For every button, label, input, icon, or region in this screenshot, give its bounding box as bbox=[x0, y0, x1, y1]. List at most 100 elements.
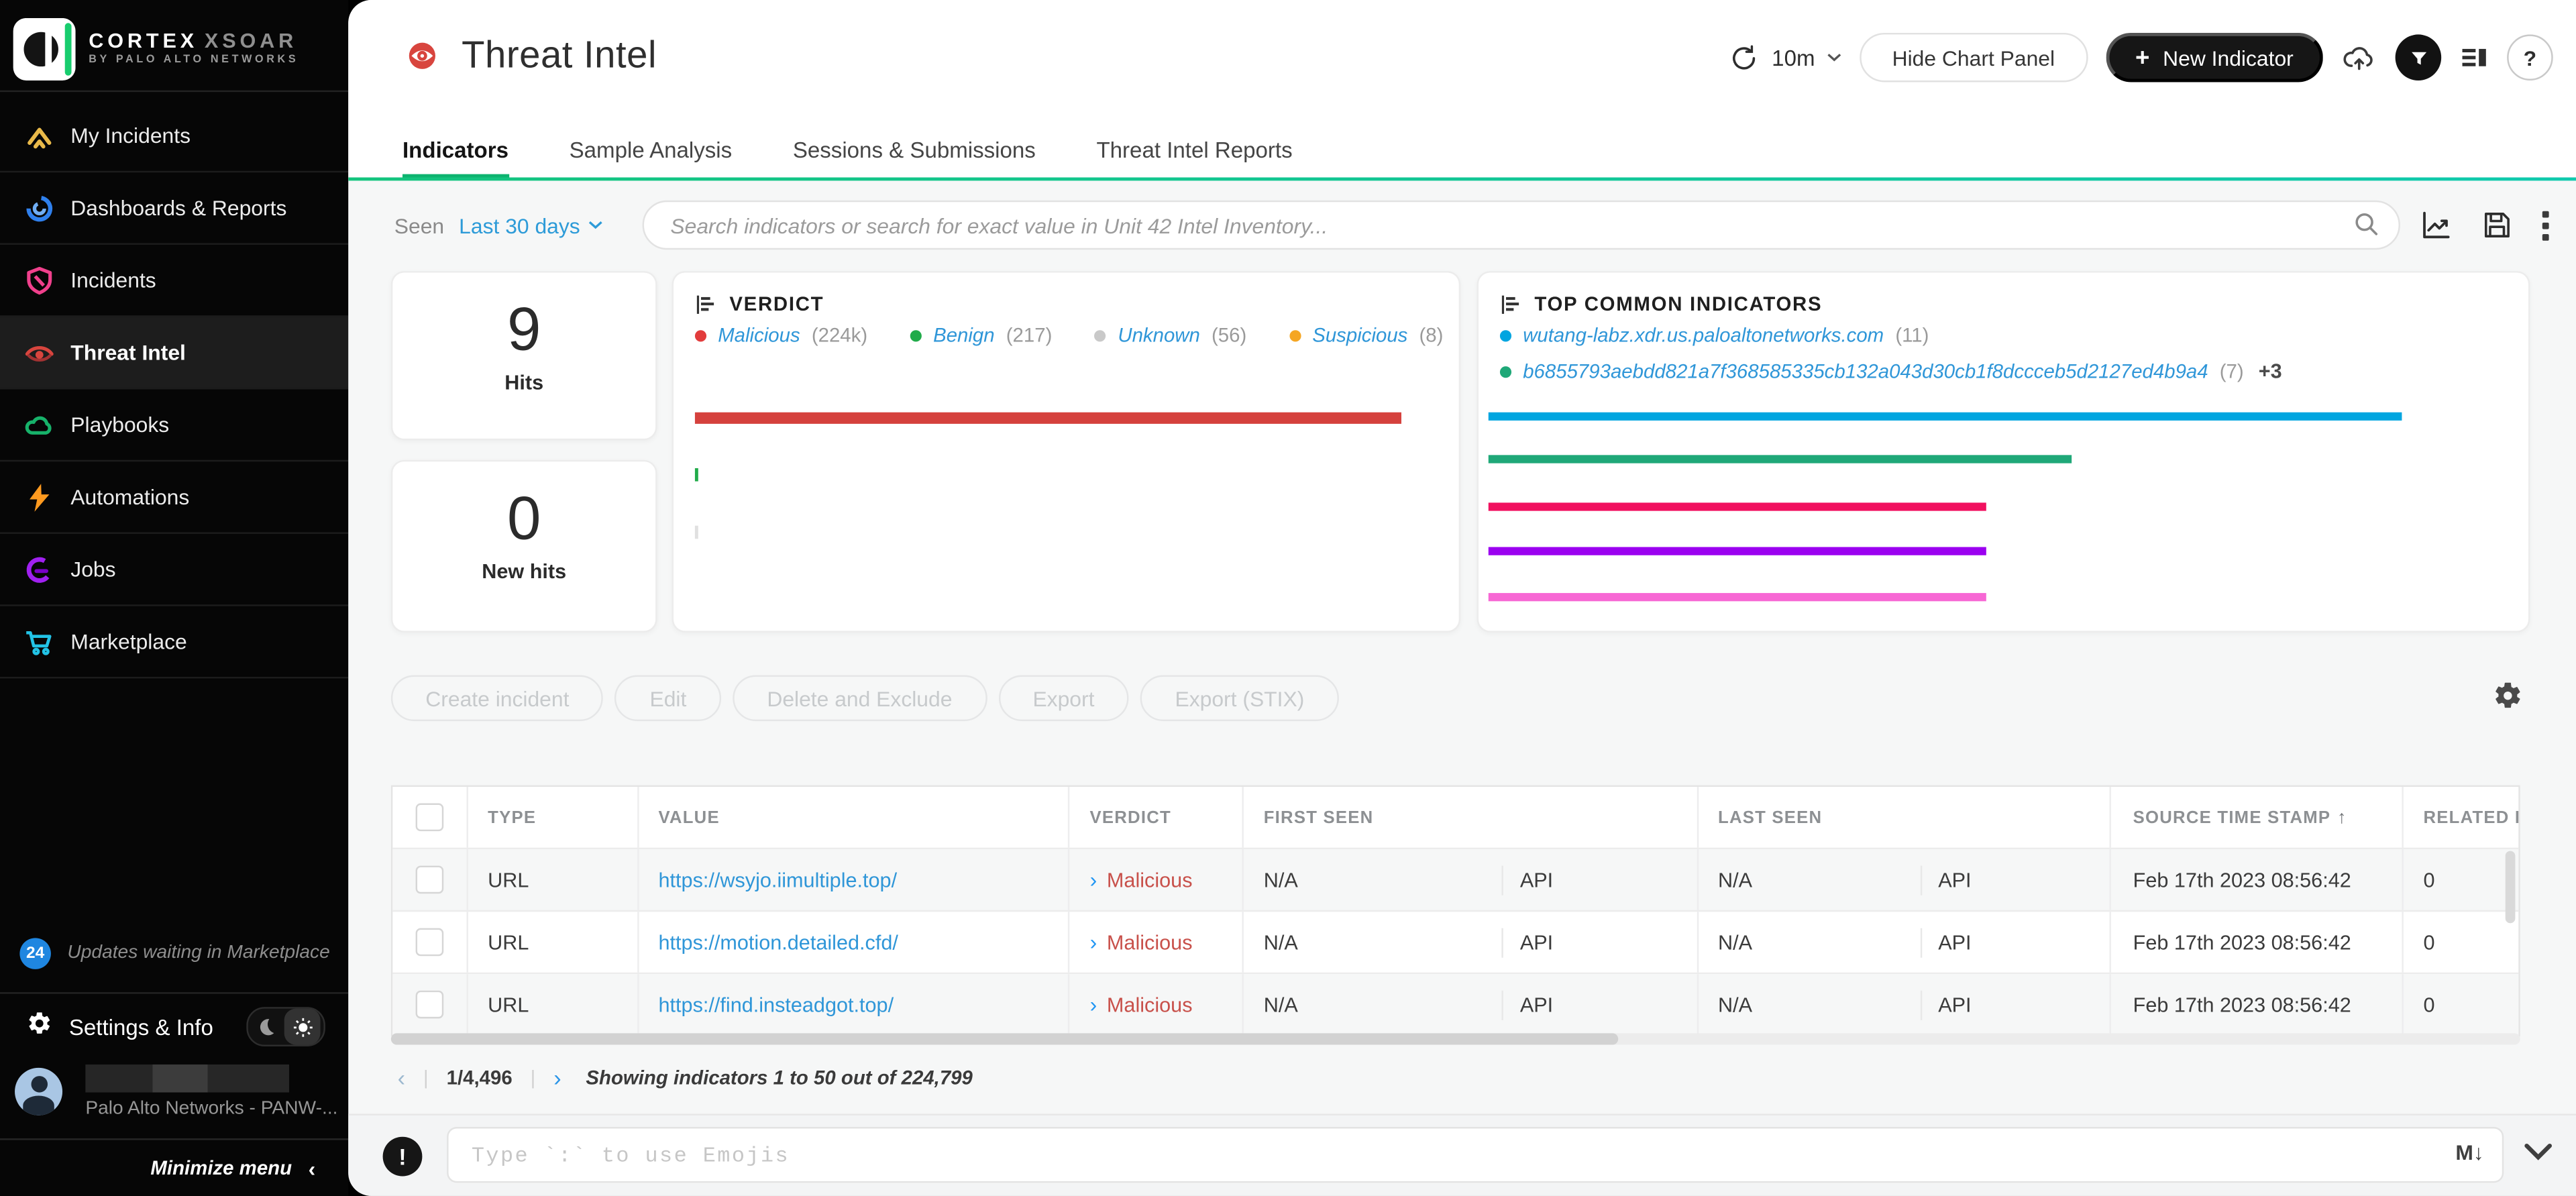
legend-benign[interactable]: Benign bbox=[933, 323, 995, 346]
sidebar-item-playbooks[interactable]: Playbooks bbox=[0, 389, 349, 462]
legend-dot bbox=[694, 329, 707, 341]
table-settings-gear-icon[interactable] bbox=[2492, 680, 2524, 712]
emoji-command-input[interactable] bbox=[447, 1127, 2504, 1183]
indicator-link[interactable]: b6855793aebdd821a7f368585335cb132a043d30… bbox=[1523, 360, 2208, 382]
create-incident-button[interactable]: Create incident bbox=[390, 675, 604, 722]
new-indicator-button[interactable]: + New Indicator bbox=[2105, 32, 2323, 83]
seen-range-dropdown[interactable]: Last 30 days bbox=[459, 213, 603, 237]
search-icon[interactable] bbox=[2353, 210, 2381, 246]
sidebar-nav: My Incidents Dashboards & Reports Incide… bbox=[0, 100, 349, 679]
sidebar-item-jobs[interactable]: Jobs bbox=[0, 534, 349, 606]
table-row[interactable]: URL https://motion.detailed.cfd/ › Malici… bbox=[392, 912, 2519, 975]
top-common-indicators-card: TOP COMMON INDICATORS wutang-labz.xdr.us… bbox=[1477, 271, 2530, 633]
tab-threat-intel-reports[interactable]: Threat Intel Reports bbox=[1096, 138, 1292, 179]
export-stix-button[interactable]: Export (STIX) bbox=[1140, 675, 1339, 722]
top-indicator-2: b6855793aebdd821a7f368585335cb132a043d30… bbox=[1499, 360, 2282, 383]
chevron-left-icon: ‹ bbox=[308, 1155, 316, 1181]
export-button[interactable]: Export bbox=[998, 675, 1129, 722]
sidebar-item-label: Marketplace bbox=[70, 629, 187, 654]
markdown-icon[interactable]: M↓ bbox=[2455, 1140, 2483, 1165]
refresh-icon bbox=[1729, 42, 1761, 73]
sidebar-item-threat-intel[interactable]: Threat Intel bbox=[0, 317, 349, 390]
scrollbar-thumb[interactable] bbox=[390, 1033, 1619, 1045]
next-page-icon[interactable]: › bbox=[553, 1065, 561, 1091]
kebab-menu-icon[interactable] bbox=[2542, 209, 2550, 241]
bar-chart-icon bbox=[1501, 294, 1519, 313]
account-row[interactable]: Palo Alto Networks - PANW-... bbox=[0, 1063, 348, 1128]
theme-toggle[interactable] bbox=[246, 1007, 325, 1047]
sidebar-item-automations[interactable]: Automations bbox=[0, 461, 349, 534]
table-horizontal-scrollbar[interactable] bbox=[390, 1033, 2520, 1045]
expand-chevron-icon[interactable]: › bbox=[1090, 992, 1097, 1017]
verdict-card: VERDICT Malicious (224k) Benign (217) Un… bbox=[672, 271, 1461, 633]
table-row[interactable]: URL https://find.insteadgot.top/ › Malici… bbox=[392, 974, 2519, 1035]
eye-icon bbox=[23, 336, 56, 369]
brand-tagline: BY PALO ALTO NETWORKS bbox=[89, 54, 299, 67]
row-checkbox[interactable] bbox=[415, 928, 444, 957]
col-source-time-stamp[interactable]: SOURCE TIME STAMP ↑ bbox=[2112, 787, 2404, 848]
legend-unknown[interactable]: Unknown bbox=[1118, 323, 1200, 346]
indicator-value-link[interactable]: https://motion.detailed.cfd/ bbox=[659, 930, 898, 953]
legend-suspicious[interactable]: Suspicious bbox=[1312, 323, 1407, 346]
sidebar-item-my-incidents[interactable]: My Incidents bbox=[0, 100, 349, 173]
col-value[interactable]: VALUE bbox=[639, 787, 1071, 848]
header-actions: 10m Hide Chart Panel + New Indicator ? bbox=[1729, 32, 2553, 83]
hits-label: Hits bbox=[504, 371, 544, 394]
collapse-chevron-down-icon[interactable] bbox=[2524, 1140, 2553, 1170]
sidebar-item-label: My Incidents bbox=[70, 123, 191, 148]
cloud-upload-icon[interactable] bbox=[2341, 40, 2377, 76]
brand[interactable]: CORTEX XSOAR BY PALO ALTO NETWORKS bbox=[0, 0, 348, 85]
expand-chevron-icon[interactable]: › bbox=[1090, 867, 1097, 892]
col-verdict[interactable]: VERDICT bbox=[1070, 787, 1244, 848]
delete-exclude-button[interactable]: Delete and Exclude bbox=[732, 675, 987, 722]
minimize-menu[interactable]: Minimize menu ‹ bbox=[0, 1138, 349, 1196]
alert-exclamation-icon[interactable]: ! bbox=[382, 1136, 423, 1177]
sun-icon bbox=[284, 1008, 321, 1045]
filter-bar: Seen Last 30 days bbox=[348, 180, 2576, 269]
expand-chevron-icon[interactable]: › bbox=[1090, 930, 1097, 955]
settings-row[interactable]: Settings & Info bbox=[0, 994, 348, 1060]
indicator-link[interactable]: wutang-labz.xdr.us.paloaltonetworks.com bbox=[1523, 323, 1884, 346]
col-last-seen[interactable]: LAST SEEN bbox=[1699, 787, 2112, 848]
save-icon[interactable] bbox=[2481, 209, 2514, 241]
page-header: Threat Intel 10m Hide Chart Panel + New … bbox=[348, 0, 2576, 181]
moon-icon bbox=[248, 1017, 284, 1036]
sidebar-item-incidents[interactable]: Incidents bbox=[0, 245, 349, 317]
edit-button[interactable]: Edit bbox=[615, 675, 721, 722]
indicator-value-link[interactable]: https://wsyjo.iimultiple.top/ bbox=[659, 868, 898, 891]
top-bar-2 bbox=[1488, 455, 2072, 464]
ring-icon bbox=[23, 553, 56, 586]
trend-chart-icon[interactable] bbox=[2420, 209, 2453, 241]
tab-sessions-submissions[interactable]: Sessions & Submissions bbox=[793, 138, 1036, 179]
search-input[interactable] bbox=[642, 200, 2400, 250]
new-hits-card: 0 New hits bbox=[390, 459, 657, 633]
col-type[interactable]: TYPE bbox=[468, 787, 639, 848]
sidebar-item-marketplace[interactable]: Marketplace bbox=[0, 606, 349, 679]
search-tools bbox=[2420, 209, 2549, 241]
legend-dot bbox=[1289, 329, 1301, 341]
col-related-incidents[interactable]: RELATED INC bbox=[2404, 787, 2518, 848]
refresh-interval-dropdown[interactable]: 10m bbox=[1729, 42, 1841, 73]
threat-intel-eye-icon bbox=[409, 42, 435, 68]
indicator-value-link[interactable]: https://find.insteadgot.top/ bbox=[659, 993, 894, 1016]
filter-funnel-icon[interactable] bbox=[2395, 34, 2442, 81]
help-icon[interactable]: ? bbox=[2507, 34, 2553, 81]
select-all-checkbox[interactable] bbox=[415, 803, 444, 832]
hide-chart-panel-button[interactable]: Hide Chart Panel bbox=[1859, 32, 2088, 83]
more-indicators-badge[interactable]: +3 bbox=[2259, 360, 2282, 382]
new-hits-label: New hits bbox=[482, 560, 567, 584]
row-checkbox[interactable] bbox=[415, 865, 444, 894]
tab-sample-analysis[interactable]: Sample Analysis bbox=[570, 138, 733, 179]
row-checkbox[interactable] bbox=[415, 990, 444, 1019]
legend-malicious[interactable]: Malicious bbox=[718, 323, 800, 346]
table-row[interactable]: URL https://wsyjo.iimultiple.top/ › Malic… bbox=[392, 849, 2519, 912]
prev-page-icon[interactable]: ‹ bbox=[398, 1065, 405, 1091]
tab-indicators[interactable]: Indicators bbox=[402, 138, 508, 179]
brand-product: CORTEX bbox=[89, 29, 199, 53]
sidebar-item-dashboards[interactable]: Dashboards & Reports bbox=[0, 172, 349, 245]
col-first-seen[interactable]: FIRST SEEN bbox=[1244, 787, 1699, 848]
table-vertical-scrollbar[interactable] bbox=[2505, 851, 2516, 924]
sidebar-item-label: Threat Intel bbox=[70, 339, 186, 365]
marketplace-updates[interactable]: 24 Updates waiting in Marketplace bbox=[0, 923, 348, 982]
side-panel-icon[interactable] bbox=[2459, 43, 2489, 72]
